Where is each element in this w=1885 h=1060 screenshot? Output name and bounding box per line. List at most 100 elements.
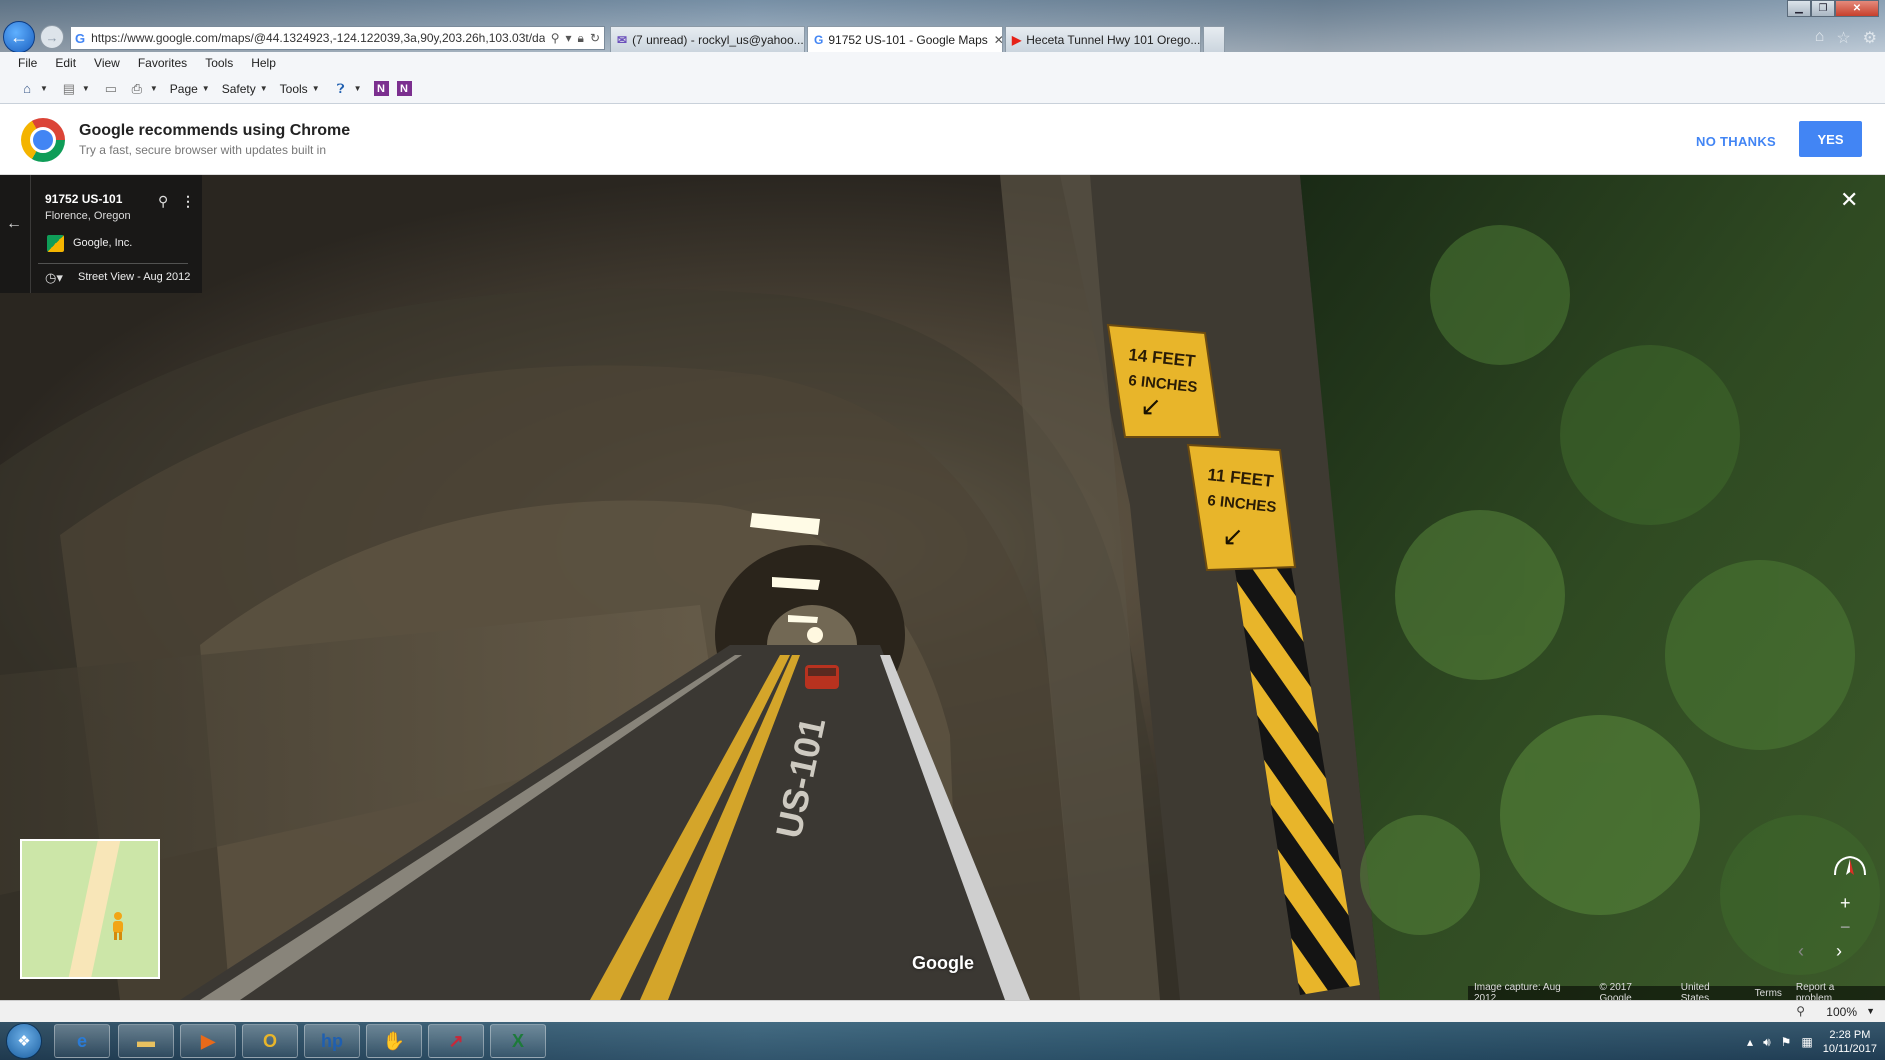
tab-close-icon[interactable]: ✕ [988,33,1002,47]
time-travel-clock-icon[interactable]: ◷▾ [45,270,63,286]
help-icon[interactable]: ❓︎ [332,81,350,97]
street-view-info-card: ← 91752 US-101 Florence, Oregon ⚲ ⋮ Goog… [0,175,202,293]
chevron-down-icon[interactable]: ▼ [1866,1006,1875,1016]
taskbar-media-player[interactable]: ▶ [180,1024,236,1058]
tunnel-scene-image: 14 FEET 6 INCHES ↙ 11 FEET 6 INCHES ↙ US… [0,175,1885,1000]
handshake-icon: ✋ [382,1030,406,1051]
zoom-level[interactable]: 100% [1826,1005,1857,1019]
zoom-out-button[interactable]: − [1840,917,1851,938]
dropdown-icon[interactable]: ▾ [566,31,572,45]
map-pin-icon[interactable]: ⚲ [158,193,168,210]
contributor-name[interactable]: Google, Inc. [73,237,132,249]
taskbar-hp[interactable]: hp [304,1024,360,1058]
mail-icon: ✉ [617,32,628,47]
chevron-down-icon[interactable]: ▼ [260,84,268,93]
zoom-magnifier-icon[interactable]: ⚲ [1796,1004,1805,1018]
maximize-button[interactable]: ❐ [1811,0,1835,17]
chevron-down-icon[interactable]: ▼ [82,84,90,93]
next-arrow-icon[interactable]: › [1836,941,1842,962]
tab-youtube[interactable]: ▶ Heceta Tunnel Hwy 101 Orego... [1005,26,1201,52]
close-street-view-icon[interactable]: ✕ [1840,187,1858,213]
menu-file[interactable]: File [18,56,37,70]
minimap-road [62,841,124,977]
onenote-linked-icon[interactable]: N [373,81,389,96]
region-link[interactable]: United States [1681,982,1741,1000]
previous-arrow-icon[interactable]: ‹ [1798,941,1804,962]
favorites-star-icon[interactable]: ☆ [1836,28,1850,48]
taskbar-app-chart[interactable]: ↗ [428,1024,484,1058]
chevron-down-icon[interactable]: ▼ [202,84,210,93]
address-bar[interactable]: G https://www.google.com/maps/@44.132492… [70,26,605,50]
chevron-down-icon[interactable]: ▼ [40,84,48,93]
taskbar-excel[interactable]: X [490,1024,546,1058]
tab-google-maps[interactable]: G 91752 US-101 - Google Maps ✕ [807,26,1003,52]
tab-label: (7 unread) - rockyl_us@yahoo.... [632,32,805,47]
read-mail-icon[interactable]: ▭ [102,81,120,97]
home-icon[interactable]: ⌂ [18,81,36,97]
menu-edit[interactable]: Edit [55,56,76,70]
zoom-in-button[interactable]: + [1840,893,1851,914]
new-tab-button[interactable] [1203,26,1225,52]
home-icon[interactable]: ⌂ [1815,28,1825,48]
street-view-date: Street View - Aug 2012 [78,271,191,283]
yes-button[interactable]: YES [1799,121,1862,157]
browser-right-icons: ⌂ ☆ ⚙ [1815,28,1877,48]
system-tray: ▴ 🔊︎ ⚑ ▦ 2:28 PM 10/11/2017 [1747,1028,1877,1056]
terms-link[interactable]: Terms [1755,988,1782,999]
tab-label: 91752 US-101 - Google Maps [828,32,988,47]
youtube-icon: ▶ [1012,32,1022,47]
taskbar-app-handshake[interactable]: ✋ [366,1024,422,1058]
show-hidden-icons-icon[interactable]: ▴ [1747,1035,1753,1049]
settings-gear-icon[interactable]: ⚙ [1863,28,1877,48]
command-bar: ⌂ ▼ ▤ ▼ ▭ ⎙ ▼ Page ▼ Safety ▼ Tools ▼ ❓︎ ▼ N N [0,74,1885,104]
address-url[interactable]: https://www.google.com/maps/@44.1324923,… [91,31,545,45]
chevron-down-icon[interactable]: ▼ [354,84,362,93]
banner-title: Google recommends using Chrome [79,122,351,139]
lock-icon[interactable]: 🔒︎ [578,31,584,46]
tab-yahoo-mail[interactable]: ✉ (7 unread) - rockyl_us@yahoo.... [610,26,805,52]
street-view-panorama[interactable]: 14 FEET 6 INCHES ↙ 11 FEET 6 INCHES ↙ US… [0,175,1885,1000]
clock-time: 2:28 PM [1829,1029,1871,1041]
minimap[interactable] [20,839,160,979]
contributor-icon [47,235,64,252]
taskbar-internet-explorer[interactable]: e [54,1024,110,1058]
menu-view[interactable]: View [94,56,120,70]
volume-icon[interactable]: 🔊︎ [1763,1035,1771,1050]
card-divider [30,175,31,293]
forward-button[interactable]: → [40,25,64,49]
chevron-down-icon[interactable]: ▼ [150,84,158,93]
media-player-icon: ▶ [201,1030,215,1051]
safety-menu[interactable]: Safety [222,82,256,96]
report-problem-link[interactable]: Report a problem [1796,982,1873,1000]
rss-feed-icon[interactable]: ▤ [60,81,78,97]
taskbar-clock[interactable]: 2:28 PM 10/11/2017 [1823,1028,1877,1056]
pegman-icon[interactable] [110,911,126,941]
menu-help[interactable]: Help [251,56,276,70]
network-icon[interactable]: ▦ [1801,1035,1812,1049]
chevron-down-icon[interactable]: ▼ [312,84,320,93]
action-center-flag-icon[interactable]: ⚑ [1781,1035,1792,1049]
menu-favorites[interactable]: Favorites [138,56,187,70]
start-button[interactable]: ❖ [6,1023,42,1059]
back-button[interactable]: ← [3,21,35,53]
taskbar-file-explorer[interactable]: ▬ [118,1024,174,1058]
more-vert-icon[interactable]: ⋮ [181,193,195,210]
image-capture-date: Image capture: Aug 2012 [1474,982,1561,1000]
refresh-icon[interactable]: ↻ [590,31,600,45]
no-thanks-button[interactable]: NO THANKS [1685,128,1787,154]
page-menu[interactable]: Page [170,82,198,96]
minimize-button[interactable]: ▁ [1787,0,1811,17]
print-icon[interactable]: ⎙ [128,81,146,97]
search-icon[interactable]: ⚲ [551,31,560,45]
place-title: 91752 US-101 [45,192,123,206]
tools-menu[interactable]: Tools [280,82,308,96]
onenote-icon[interactable]: N [396,81,412,96]
window-controls: ▁ ❐ ✕ [1787,0,1879,17]
status-bar: ⚲ 100% ▼ [0,1000,1885,1022]
forward-arrow-icon: → [45,29,59,45]
compass-icon[interactable] [1831,853,1869,883]
back-arrow-icon[interactable]: ← [6,215,22,233]
close-window-button[interactable]: ✕ [1835,0,1879,17]
taskbar-outlook[interactable]: O [242,1024,298,1058]
menu-tools[interactable]: Tools [205,56,233,70]
